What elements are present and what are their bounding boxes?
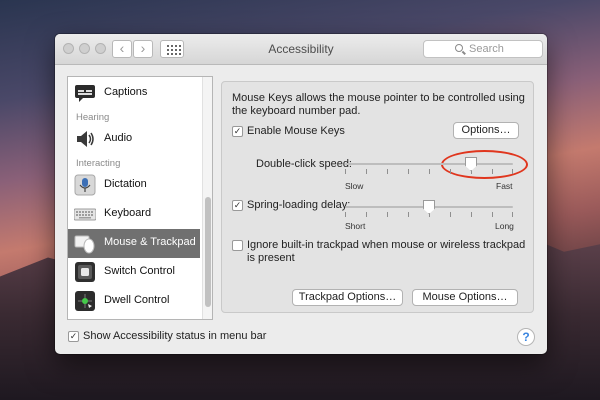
slider-knob[interactable]: [465, 157, 477, 171]
speaker-icon: [74, 128, 96, 150]
mouse-trackpad-icon: [74, 232, 96, 254]
category-hearing: Hearing: [76, 112, 110, 123]
slider-track: [345, 163, 513, 165]
slider-tick: [492, 212, 493, 217]
sidebar-item-dictation[interactable]: Dictation: [68, 171, 200, 200]
spring-loading-min-label: Short: [345, 221, 366, 231]
help-button[interactable]: ?: [517, 328, 535, 346]
checkmark-icon: ✓: [233, 200, 242, 210]
double-click-speed-slider[interactable]: [345, 157, 513, 182]
slider-tick: [345, 169, 346, 174]
mouse-keys-description: Mouse Keys allows the mouse pointer to b…: [232, 92, 525, 117]
checkmark-icon: ✓: [69, 331, 78, 341]
double-click-min-label: Slow: [345, 181, 364, 191]
slider-tick: [450, 212, 451, 217]
slider-tick: [387, 169, 388, 174]
slider-tick: [512, 169, 513, 174]
spring-loading-max-label: Long: [495, 221, 514, 231]
slider-tick: [366, 212, 367, 217]
slider-tick: [366, 169, 367, 174]
dwell-control-icon: [74, 290, 96, 312]
slider-tick: [471, 212, 472, 217]
search-placeholder: Search: [469, 43, 504, 55]
sidebar-item-captions[interactable]: Captions: [68, 79, 200, 108]
keyboard-icon: [73, 203, 97, 225]
sidebar-item-label: Switch Control: [104, 265, 175, 277]
search-field[interactable]: Search: [423, 40, 543, 58]
show-status-checkbox[interactable]: ✓: [68, 331, 79, 342]
double-click-max-label: Fast: [496, 181, 513, 191]
ignore-trackpad-checkbox[interactable]: [232, 240, 243, 251]
scrollbar-thumb[interactable]: [205, 197, 211, 307]
slider-tick: [408, 212, 409, 217]
sidebar-item-label: Dwell Control: [104, 294, 170, 306]
slider-tick: [450, 169, 451, 174]
question-mark-icon: ?: [522, 330, 530, 344]
slider-knob[interactable]: [423, 200, 435, 214]
checkmark-icon: ✓: [233, 126, 242, 136]
spring-loading-delay-slider[interactable]: [345, 200, 513, 225]
spring-loading-checkbox[interactable]: ✓: [232, 200, 243, 211]
sidebar-item-mouse-trackpad[interactable]: Mouse & Trackpad: [68, 229, 200, 258]
double-click-speed-label: Double-click speed:: [256, 158, 352, 170]
category-interacting: Interacting: [76, 158, 121, 169]
slider-tick: [512, 212, 513, 217]
enable-mouse-keys-checkbox[interactable]: ✓: [232, 126, 243, 137]
sidebar-item-label: Dictation: [104, 178, 147, 190]
spring-loading-label: Spring-loading delay:: [247, 199, 351, 211]
sidebar-item-audio[interactable]: Audio: [68, 125, 200, 154]
slider-tick: [429, 169, 430, 174]
sidebar-item-dwell-control[interactable]: Dwell Control: [68, 287, 200, 316]
trackpad-options-button[interactable]: Trackpad Options…: [292, 289, 403, 306]
captions-icon: [74, 82, 96, 104]
sidebar-item-keyboard[interactable]: Keyboard: [68, 200, 200, 229]
sidebar-item-label: Audio: [104, 132, 133, 144]
sidebar-item-label: Mouse & Trackpad: [104, 236, 196, 248]
mouse-keys-options-button[interactable]: Options…: [453, 122, 519, 139]
accessibility-window: ‹ › Accessibility Search Captions Hearin…: [55, 34, 547, 354]
search-icon: [455, 44, 463, 52]
sidebar-item-label: Captions: [104, 86, 148, 98]
show-status-label: Show Accessibility status in menu bar: [83, 330, 267, 342]
enable-mouse-keys-label: Enable Mouse Keys: [247, 125, 345, 137]
switch-control-icon: [74, 261, 96, 283]
slider-tick: [408, 169, 409, 174]
microphone-icon: [74, 174, 96, 196]
ignore-trackpad-label: Ignore built-in trackpad when mouse or w…: [247, 239, 526, 264]
slider-tick: [492, 169, 493, 174]
sidebar-list[interactable]: Captions Hearing Audio Interacting Dicta…: [67, 76, 213, 320]
slider-tick: [345, 212, 346, 217]
mouse-options-button[interactable]: Mouse Options…: [412, 289, 518, 306]
sidebar-item-switch-control[interactable]: Switch Control: [68, 258, 200, 287]
slider-tick: [387, 212, 388, 217]
sidebar-item-label: Keyboard: [104, 207, 152, 219]
sidebar-scrollbar[interactable]: [202, 77, 212, 319]
title-bar: ‹ › Accessibility Search: [55, 34, 547, 65]
